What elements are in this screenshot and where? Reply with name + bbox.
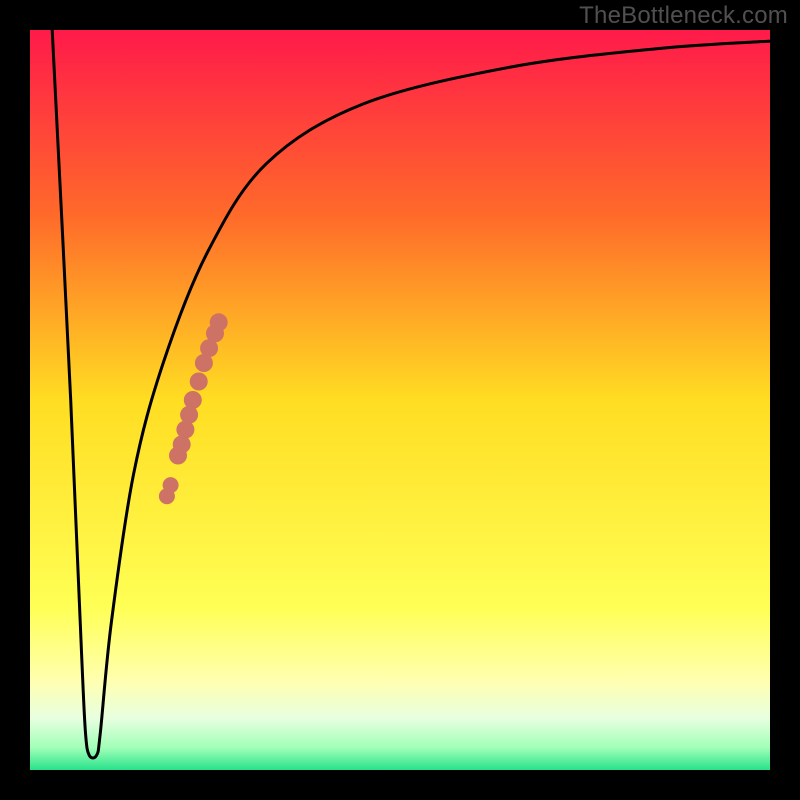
marker-dot <box>163 477 179 493</box>
marker-dot <box>210 313 228 331</box>
marker-dot <box>184 391 202 409</box>
bottleneck-chart <box>30 30 770 770</box>
attribution-label: TheBottleneck.com <box>579 2 788 30</box>
marker-dot <box>190 373 208 391</box>
chart-plot-area <box>30 30 770 770</box>
chart-background-gradient <box>30 30 770 770</box>
